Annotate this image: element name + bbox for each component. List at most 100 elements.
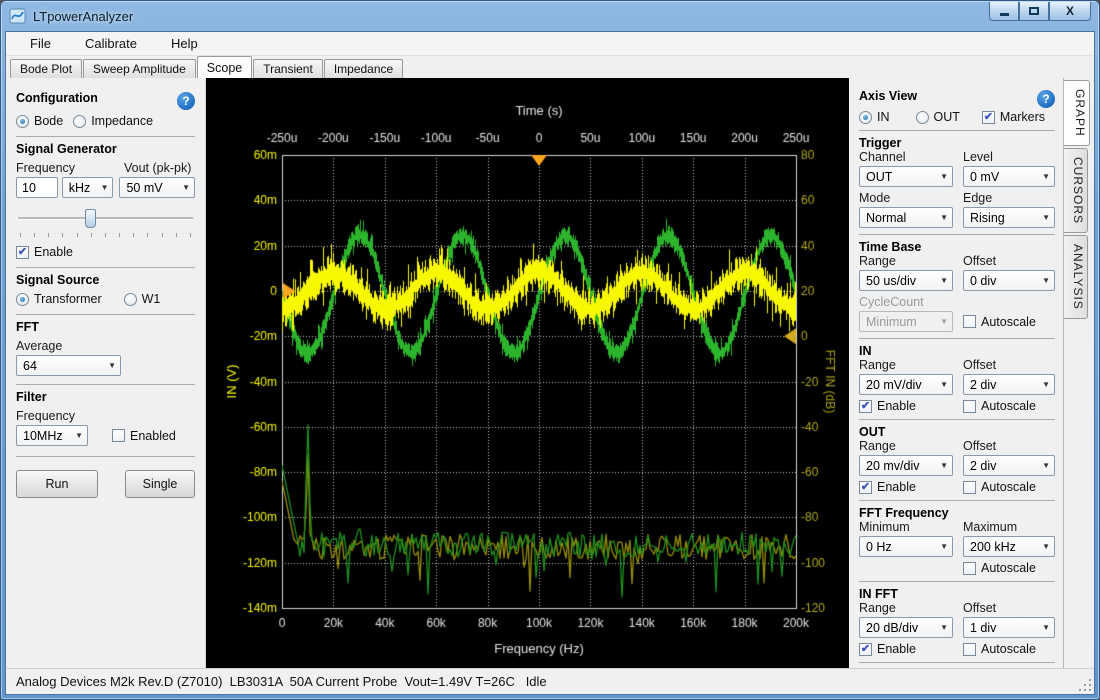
frequency-slider[interactable] (18, 208, 193, 230)
out-enable-checkbox[interactable]: Enable (859, 480, 953, 494)
fft-frequency-group: FFT Frequency Minimum Maximum 0 Hz▼ 200 … (859, 500, 1055, 575)
fftfreq-autoscale-checkbox[interactable]: Autoscale (963, 561, 1036, 575)
chevron-down-icon: ▼ (936, 461, 948, 470)
out-group: OUT Range Offset 20 mv/div▼ 2 div▼ Enabl… (859, 419, 1055, 494)
cyclecount-value: Minimum (866, 315, 917, 329)
timebase-autoscale-label: Autoscale (981, 315, 1036, 329)
filter-frequency-label: Frequency (16, 409, 195, 423)
configuration-title: Configuration (16, 91, 98, 105)
radio-axis-in[interactable]: IN (859, 110, 890, 124)
filter-frequency-dropdown[interactable]: 10MHz▼ (16, 425, 88, 446)
radio-bode[interactable]: Bode (16, 114, 63, 128)
radio-impedance[interactable]: Impedance (73, 114, 153, 128)
vout-value: 50 mV (126, 181, 162, 195)
radio-axis-out-label: OUT (934, 110, 960, 124)
resize-grip-icon[interactable] (1079, 679, 1091, 691)
checkbox-icon (963, 400, 976, 413)
in-fft-autoscale-checkbox[interactable]: Autoscale (963, 642, 1036, 656)
title-bar[interactable]: LTpowerAnalyzer X (1, 1, 1099, 31)
in-fft-enable-label: Enable (877, 642, 916, 656)
out-autoscale-checkbox[interactable]: Autoscale (963, 480, 1036, 494)
radio-dot-icon (16, 293, 29, 306)
radio-dot-icon (73, 115, 86, 128)
menu-calibrate[interactable]: Calibrate (75, 33, 147, 54)
in-offset-dropdown[interactable]: 2 div▼ (963, 374, 1055, 395)
fft-maximum-dropdown[interactable]: 200 kHz▼ (963, 536, 1055, 557)
tab-bode-plot[interactable]: Bode Plot (10, 59, 82, 78)
fft-minimum-value: 0 Hz (866, 540, 892, 554)
maximize-icon (1029, 7, 1039, 15)
status-text: Analog Devices M2k Rev.D (Z7010) LB3031A… (16, 674, 547, 689)
in-autoscale-label: Autoscale (981, 399, 1036, 413)
trigger-mode-dropdown[interactable]: Normal▼ (859, 207, 953, 228)
chevron-down-icon: ▼ (1038, 542, 1050, 551)
signal-generator-title: Signal Generator (16, 142, 195, 156)
menu-file[interactable]: File (20, 33, 61, 54)
app-icon (9, 8, 27, 24)
in-fft-offset-dropdown[interactable]: 1 div▼ (963, 617, 1055, 638)
scope-chart-area (206, 78, 849, 668)
sg-enable-checkbox[interactable]: Enable (16, 245, 73, 259)
tab-transient[interactable]: Transient (253, 59, 323, 78)
close-button[interactable]: X (1049, 2, 1091, 21)
tab-scope[interactable]: Scope (197, 56, 252, 78)
average-value: 64 (23, 359, 37, 373)
tab-impedance[interactable]: Impedance (324, 59, 403, 78)
timebase-offset-value: 0 div (970, 274, 996, 288)
timebase-offset-dropdown[interactable]: 0 div▼ (963, 270, 1055, 291)
help-icon[interactable]: ? (1037, 90, 1055, 108)
radio-transformer[interactable]: Transformer (16, 292, 102, 306)
out-offset-dropdown[interactable]: 2 div▼ (963, 455, 1055, 476)
in-fft-title: IN FFT (859, 587, 1055, 601)
tab-sweep-amplitude[interactable]: Sweep Amplitude (83, 59, 196, 78)
in-fft-range-dropdown[interactable]: 20 dB/div▼ (859, 617, 953, 638)
radio-w1-label: W1 (142, 292, 161, 306)
out-range-dropdown[interactable]: 20 mv/div▼ (859, 455, 953, 476)
checkbox-icon (963, 643, 976, 656)
side-tab-cursors[interactable]: CURSORS (1064, 148, 1088, 233)
signal-source-group: Signal Source Transformer W1 (16, 267, 195, 306)
in-fft-enable-checkbox[interactable]: Enable (859, 642, 953, 656)
in-title: IN (859, 344, 1055, 358)
trigger-edge-dropdown[interactable]: Rising▼ (963, 207, 1055, 228)
markers-checkbox[interactable]: Markers (982, 110, 1045, 124)
average-label: Average (16, 339, 195, 353)
filter-group: Filter Frequency 10MHz▼ Enabled (16, 384, 195, 446)
in-range-label: Range (859, 358, 953, 372)
average-dropdown[interactable]: 64▼ (16, 355, 121, 376)
trigger-channel-value: OUT (866, 170, 892, 184)
side-tab-analysis[interactable]: ANALYSIS (1064, 235, 1088, 319)
checkbox-icon (112, 429, 125, 442)
cyclecount-dropdown: Minimum▼ (859, 311, 953, 332)
scope-chart-canvas[interactable] (206, 78, 849, 668)
in-range-dropdown[interactable]: 20 mV/div▼ (859, 374, 953, 395)
fft-minimum-dropdown[interactable]: 0 Hz▼ (859, 536, 953, 557)
frequency-unit-dropdown[interactable]: kHz▼ (62, 177, 114, 198)
trigger-level-dropdown[interactable]: 0 mV▼ (963, 166, 1055, 187)
vout-dropdown[interactable]: 50 mV▼ (119, 177, 195, 198)
trigger-title: Trigger (859, 136, 1055, 150)
in-enable-checkbox[interactable]: Enable (859, 399, 953, 413)
single-button[interactable]: Single (125, 470, 195, 498)
run-button[interactable]: Run (16, 470, 98, 498)
radio-dot-icon (16, 115, 29, 128)
filter-enabled-checkbox[interactable]: Enabled (112, 429, 176, 443)
in-autoscale-checkbox[interactable]: Autoscale (963, 399, 1036, 413)
fftfreq-autoscale-label: Autoscale (981, 561, 1036, 575)
trigger-channel-dropdown[interactable]: OUT▼ (859, 166, 953, 187)
slider-thumb[interactable] (85, 209, 96, 228)
timebase-range-dropdown[interactable]: 50 us/div▼ (859, 270, 953, 291)
timebase-autoscale-checkbox[interactable]: Autoscale (963, 315, 1036, 329)
side-tab-graph[interactable]: GRAPH (1064, 80, 1090, 146)
frequency-label: Frequency (16, 161, 114, 175)
help-icon[interactable]: ? (177, 92, 195, 110)
status-bar: Analog Devices M2k Rev.D (Z7010) LB3031A… (6, 668, 1094, 694)
menu-help[interactable]: Help (161, 33, 208, 54)
frequency-input[interactable]: 10 (16, 177, 58, 198)
minimize-button[interactable] (989, 2, 1019, 21)
fft-frequency-title: FFT Frequency (859, 506, 1055, 520)
radio-w1[interactable]: W1 (124, 292, 161, 306)
left-panel: Configuration ? Bode Impedance Signal Ge… (6, 78, 206, 668)
maximize-button[interactable] (1019, 2, 1049, 21)
radio-axis-out[interactable]: OUT (916, 110, 960, 124)
